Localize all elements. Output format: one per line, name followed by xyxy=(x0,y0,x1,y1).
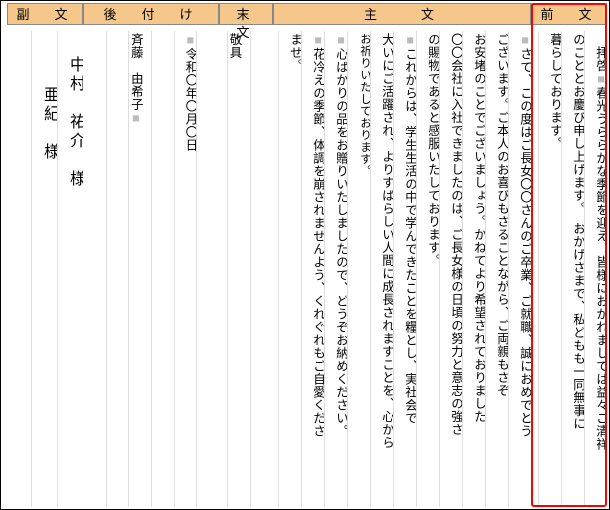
shubun-line-10: ませ。 xyxy=(278,31,301,507)
zenbun-line-0: 拝啓■春光うららかな季節を迎え、皆様におかれましては益々ご清祥 xyxy=(584,31,607,507)
atozuke-blank3 xyxy=(106,31,129,507)
content-fukubun: 中村 祐介 様 亜紀 様 xyxy=(7,25,83,507)
shubun-line-7: お祈りいたしております。 xyxy=(347,31,370,507)
atozuke-date: ■令和〇年〇月〇日 xyxy=(174,31,197,507)
zenbun-line-1: のこととお慶び申し上げます。 おかげさまで、私どもも一同無事に xyxy=(561,31,584,507)
atozuke-blank1 xyxy=(196,31,219,507)
fukubun-recipient1: 中村 祐介 様 xyxy=(57,31,83,507)
shubun-line-5: ■これからは、学生生活の中で学んできたことを糧とし、実社会で xyxy=(393,31,416,507)
fukubun-blank xyxy=(8,31,31,507)
header-atozuke: 後 付 け xyxy=(83,3,219,25)
header-shubun: 主 文 xyxy=(273,3,531,25)
header-zenbun: 前 文 xyxy=(531,3,607,25)
atozuke-blank2 xyxy=(151,31,174,507)
header-matsubun: 末 文 xyxy=(219,3,273,25)
atozuke-sender: 斉藤 由希子■ xyxy=(128,31,151,507)
header-fukubun: 副 文 xyxy=(7,3,83,25)
shubun-line-9: ■花冷えの季節、体調を崩されませんよう、くれぐれもご自愛くださ xyxy=(301,31,324,507)
shubun-line-8: ■心ばかりの品をお贈りいたしましたので、どうぞお納めください。 xyxy=(324,31,347,507)
section-matsubun: 末 文 敬具 xyxy=(219,3,273,507)
shubun-line-0: ■さて、この度はご長女〇〇さんのご卒業、ご就職、誠におめでとう xyxy=(508,31,531,507)
shubun-line-1: ございます。ご本人のお喜びもさることながら、ご両親もさぞ xyxy=(485,31,508,507)
fukubun-recipient2: 亜紀 様 xyxy=(31,31,57,507)
zenbun-line-2: 暮らしております。 xyxy=(538,31,561,507)
shubun-line-3: 〇〇会社に入社できましたのは、ご長女様の日頃の努力と意志の強さ xyxy=(439,31,462,507)
section-zenbun: 前 文 拝啓■春光うららかな季節を迎え、皆様におかれましては益々ご清祥 のことと… xyxy=(531,3,607,507)
content-zenbun: 拝啓■春光うららかな季節を迎え、皆様におかれましては益々ご清祥 のこととお慶び申… xyxy=(531,25,607,507)
shubun-line-4: の賜物であると感服いたしております。 xyxy=(416,31,439,507)
atozuke-blank4 xyxy=(83,31,106,507)
content-atozuke: ■令和〇年〇月〇日 斉藤 由希子■ xyxy=(83,25,219,507)
section-atozuke: 後 付 け ■令和〇年〇月〇日 斉藤 由希子■ xyxy=(83,3,219,507)
matsubun-closing: 敬具 xyxy=(227,31,250,507)
matsubun-blank xyxy=(250,31,273,507)
shubun-line-6: 大いにご活躍され、よりすばらしい人間に成長されますことを、心から xyxy=(370,31,393,507)
content-shubun: ■さて、この度はご長女〇〇さんのご卒業、ご就職、誠におめでとう ございます。ご本… xyxy=(273,25,531,507)
content-matsubun: 敬具 xyxy=(219,25,273,507)
shubun-line-2: お安堵のことでございましょう。かねてより希望されておりました xyxy=(462,31,485,507)
section-shubun: 主 文 ■さて、この度はご長女〇〇さんのご卒業、ご就職、誠におめでとう ございま… xyxy=(273,3,531,507)
section-fukubun: 副 文 中村 祐介 様 亜紀 様 xyxy=(7,3,83,507)
